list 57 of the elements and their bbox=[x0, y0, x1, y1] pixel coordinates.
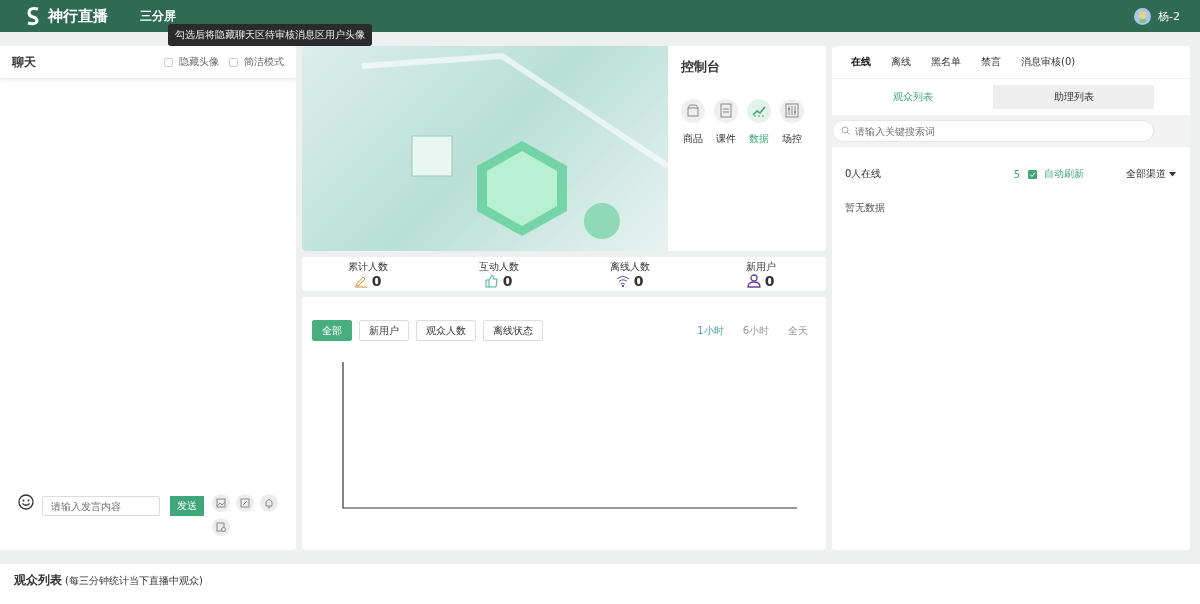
document-settings-icon[interactable] bbox=[212, 518, 230, 537]
stat-label: 离线人数 bbox=[609, 259, 650, 274]
user-icon bbox=[746, 274, 761, 288]
section-note: (每三分钟统计当下直播中观众) bbox=[65, 574, 203, 589]
section-title: 观众列表 bbox=[14, 572, 62, 590]
checkbox-label: 隐藏头像 bbox=[179, 55, 219, 69]
tool-button[interactable]: 商品 bbox=[681, 98, 705, 146]
online-count: 0人在线 bbox=[845, 167, 883, 181]
filter-button[interactable]: 观众人数 bbox=[416, 320, 476, 341]
pencil-icon bbox=[353, 274, 368, 288]
stat-value: 0 bbox=[371, 273, 382, 289]
wifi-icon bbox=[615, 274, 630, 288]
tab[interactable]: 离线 bbox=[886, 55, 916, 69]
tool-button[interactable]: 课件 bbox=[714, 98, 738, 146]
refresh-interval: 5 bbox=[1013, 168, 1020, 180]
tab[interactable]: 消息审核(0) bbox=[1016, 55, 1081, 69]
tab[interactable]: 在线 bbox=[846, 55, 876, 69]
stat-label: 互动人数 bbox=[478, 259, 519, 274]
sliders-icon bbox=[779, 98, 805, 124]
avatar-icon bbox=[1134, 7, 1152, 25]
tab[interactable]: 黑名单 bbox=[926, 55, 966, 69]
stat-value: 0 bbox=[764, 273, 775, 289]
stat-value: 0 bbox=[502, 273, 513, 289]
checkbox[interactable] bbox=[1028, 169, 1037, 179]
filter-button[interactable]: 新用户 bbox=[359, 320, 409, 341]
stat-label: 新用户 bbox=[745, 259, 776, 274]
message-input[interactable]: 请输入发言内容 bbox=[42, 496, 160, 517]
panel-title: 聊天 bbox=[12, 53, 37, 71]
checkbox[interactable] bbox=[164, 57, 173, 67]
tool-button[interactable]: 场控 bbox=[780, 98, 804, 146]
stat-label: 累计人数 bbox=[347, 259, 388, 274]
channel-dropdown[interactable]: 全部渠道 bbox=[1126, 167, 1176, 181]
chart-icon bbox=[746, 98, 772, 124]
tooltip: 勾选后将隐藏聊天区待审核消息区用户头像 bbox=[168, 24, 372, 46]
empty-message: 暂无数据 bbox=[844, 201, 886, 215]
list-tab[interactable]: 助理列表 bbox=[993, 85, 1154, 109]
caret-icon bbox=[1169, 171, 1176, 177]
checkbox-label: 自动刷新 bbox=[1044, 167, 1084, 181]
image-icon[interactable] bbox=[212, 494, 230, 513]
search-icon bbox=[841, 126, 850, 135]
room-title: 三分屏 bbox=[140, 7, 176, 25]
tab[interactable]: 禁言 bbox=[976, 55, 1006, 69]
document-icon bbox=[713, 98, 739, 124]
checkbox-label: 简洁模式 bbox=[244, 55, 284, 69]
brand-title: 神行直播 bbox=[48, 6, 109, 26]
picture-frame-icon[interactable] bbox=[236, 494, 254, 513]
search-field[interactable]: 请输入关键搜索词 bbox=[832, 120, 1154, 142]
checkbox[interactable] bbox=[229, 57, 238, 67]
bag-icon bbox=[680, 98, 706, 124]
emoji-icon[interactable] bbox=[18, 494, 34, 511]
filter-button[interactable]: 离线状态 bbox=[483, 320, 543, 341]
bell-icon[interactable] bbox=[260, 494, 278, 513]
thumbs-up-icon bbox=[484, 274, 499, 288]
stat-value: 0 bbox=[633, 273, 644, 289]
panel-title: 控制台 bbox=[681, 58, 721, 76]
logo-icon bbox=[26, 6, 40, 26]
user-name: 杨-2 bbox=[1158, 8, 1180, 24]
